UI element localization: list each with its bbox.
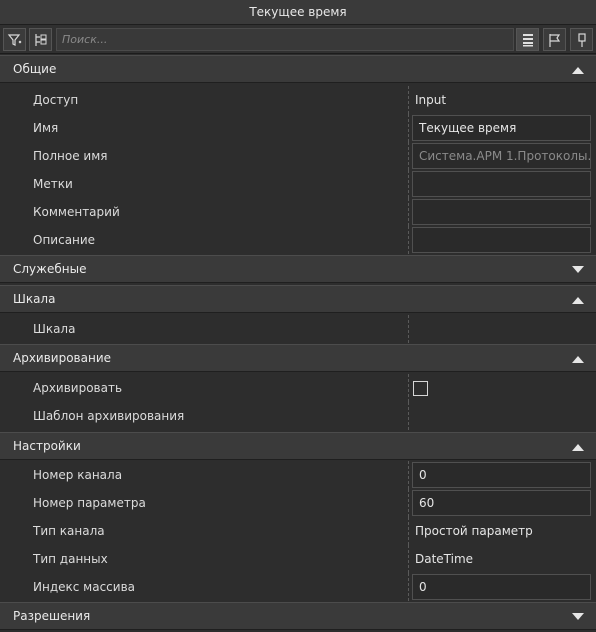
row-array-index: Индекс массива 0 <box>0 573 596 601</box>
section-title: Разрешения <box>13 609 91 623</box>
section-title: Общие <box>13 62 57 76</box>
section-title: Настройки <box>13 439 81 453</box>
property-label: Номер канала <box>33 468 123 482</box>
column-divider[interactable] <box>408 573 409 601</box>
column-divider[interactable] <box>408 315 409 343</box>
property-label: Метки <box>33 177 73 191</box>
column-divider[interactable] <box>408 461 409 489</box>
property-label: Тип данных <box>33 552 108 566</box>
toolbar: Поиск... <box>0 25 596 54</box>
channel-type-value[interactable]: Простой параметр <box>415 517 533 545</box>
row-description: Описание <box>0 226 596 254</box>
row-tags: Метки <box>0 170 596 198</box>
property-label: Шаблон архивирования <box>33 409 185 423</box>
column-divider[interactable] <box>408 517 409 545</box>
column-divider[interactable] <box>408 86 409 114</box>
section-archiving-header[interactable]: Архивирование <box>0 344 596 372</box>
list-view-icon <box>522 33 533 46</box>
row-access: Доступ Input <box>0 86 596 114</box>
data-type-value[interactable]: DateTime <box>415 545 473 573</box>
section-title: Архивирование <box>13 351 112 365</box>
column-divider[interactable] <box>408 545 409 573</box>
property-label: Доступ <box>33 93 79 107</box>
row-channel-type: Тип канала Простой параметр <box>0 517 596 545</box>
collapse-all-button[interactable] <box>29 28 52 51</box>
archive-checkbox[interactable] <box>413 381 428 396</box>
search-input[interactable]: Поиск... <box>56 28 514 51</box>
property-value: Input <box>415 93 447 107</box>
description-field[interactable] <box>412 227 591 253</box>
chevron-up-icon <box>572 356 584 363</box>
chevron-up-icon <box>572 297 584 304</box>
section-service-header[interactable]: Служебные <box>0 255 596 283</box>
chevron-up-icon <box>572 67 584 74</box>
section-scale-header[interactable]: Шкала <box>0 285 596 313</box>
property-label: Архивировать <box>33 381 123 395</box>
section-general-header[interactable]: Общие <box>0 55 596 83</box>
section-title: Служебные <box>13 262 87 276</box>
pin-button[interactable] <box>570 28 593 51</box>
column-divider[interactable] <box>408 170 409 198</box>
row-scale: Шкала <box>0 315 596 343</box>
property-label: Шкала <box>33 322 76 336</box>
row-comment: Комментарий <box>0 198 596 226</box>
section-title: Шкала <box>13 292 56 306</box>
column-divider[interactable] <box>408 402 409 430</box>
array-index-field[interactable]: 0 <box>412 574 591 600</box>
property-label: Комментарий <box>33 205 120 219</box>
param-number-field[interactable]: 60 <box>412 490 591 516</box>
window-title: Текущее время <box>0 0 596 25</box>
row-full-name: Полное имя Система.АРМ 1.Протоколы.Lo <box>0 142 596 170</box>
list-view-button[interactable] <box>516 28 539 51</box>
name-field[interactable]: Текущее время <box>412 115 591 141</box>
row-param-number: Номер параметра 60 <box>0 489 596 517</box>
column-divider[interactable] <box>408 226 409 254</box>
column-divider[interactable] <box>408 198 409 226</box>
property-label: Полное имя <box>33 149 108 163</box>
row-name: Имя Текущее время <box>0 114 596 142</box>
column-divider[interactable] <box>408 114 409 142</box>
section-permissions-header[interactable]: Разрешения <box>0 602 596 630</box>
flag-button[interactable] <box>543 28 566 51</box>
filter-button[interactable] <box>3 28 26 51</box>
row-archive: Архивировать <box>0 374 596 402</box>
property-label: Имя <box>33 121 59 135</box>
flag-icon <box>548 33 560 47</box>
row-archive-template: Шаблон архивирования <box>0 402 596 430</box>
pin-icon <box>577 32 586 47</box>
tags-field[interactable] <box>412 171 591 197</box>
column-divider[interactable] <box>408 374 409 402</box>
property-label: Описание <box>33 233 96 247</box>
chevron-down-icon <box>572 613 584 620</box>
collapse-tree-icon <box>34 33 46 46</box>
section-settings-header[interactable]: Настройки <box>0 432 596 460</box>
property-label: Номер параметра <box>33 496 146 510</box>
column-divider[interactable] <box>408 142 409 170</box>
comment-field[interactable] <box>412 199 591 225</box>
property-label: Тип канала <box>33 524 105 538</box>
row-data-type: Тип данных DateTime <box>0 545 596 573</box>
row-channel-number: Номер канала 0 <box>0 461 596 489</box>
full-name-field[interactable]: Система.АРМ 1.Протоколы.Lo <box>412 143 591 169</box>
filter-icon <box>7 33 21 46</box>
chevron-up-icon <box>572 444 584 451</box>
property-label: Индекс массива <box>33 580 135 594</box>
chevron-down-icon <box>572 266 584 273</box>
channel-number-field[interactable]: 0 <box>412 462 591 488</box>
column-divider[interactable] <box>408 489 409 517</box>
